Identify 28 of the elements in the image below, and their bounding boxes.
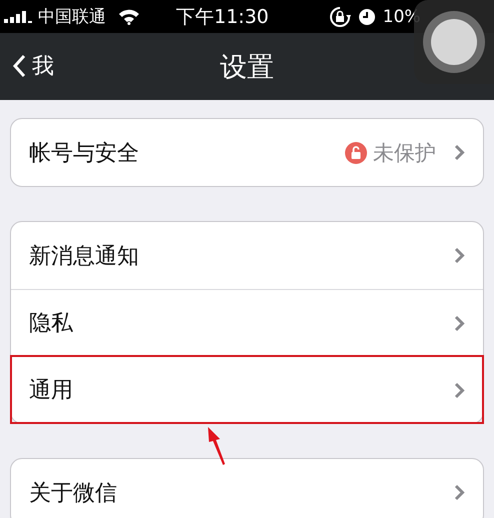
row-label: 关于微信 [29,480,118,508]
row-label: 帐号与安全 [29,140,140,168]
unlocked-padlock-icon [345,142,367,164]
chevron-icon [454,247,465,264]
status-text: 未保护 [373,140,436,166]
back-chevron-icon [12,54,26,78]
battery-percent: 10% [382,6,421,26]
settings-row[interactable]: 新消息通知 [11,222,483,289]
back-button[interactable]: 我 [12,51,54,81]
chevron-icon [454,382,465,398]
settings-row[interactable]: 关于微信 [11,459,483,518]
chevron-icon [454,314,465,332]
chevron-icon [454,144,465,161]
settings-row[interactable]: 隐私 [11,289,483,356]
carrier-name: 中国联通 [38,6,106,28]
clock-icon [358,8,375,24]
settings-row[interactable]: 通用 [11,356,483,423]
wifi-icon [118,8,140,24]
row-label: 隐私 [29,310,74,338]
row-label: 新消息通知 [29,242,140,270]
clock-time: 下午11:30 [176,4,269,30]
rotation-lock-icon [328,6,351,28]
page-title: 设置 [220,50,274,84]
row-label: 通用 [29,377,74,405]
chevron-icon [454,484,465,501]
signal-icon [4,10,34,22]
annotation-arrow [206,427,226,465]
settings-row[interactable]: 帐号与安全 未保护 [11,119,483,186]
